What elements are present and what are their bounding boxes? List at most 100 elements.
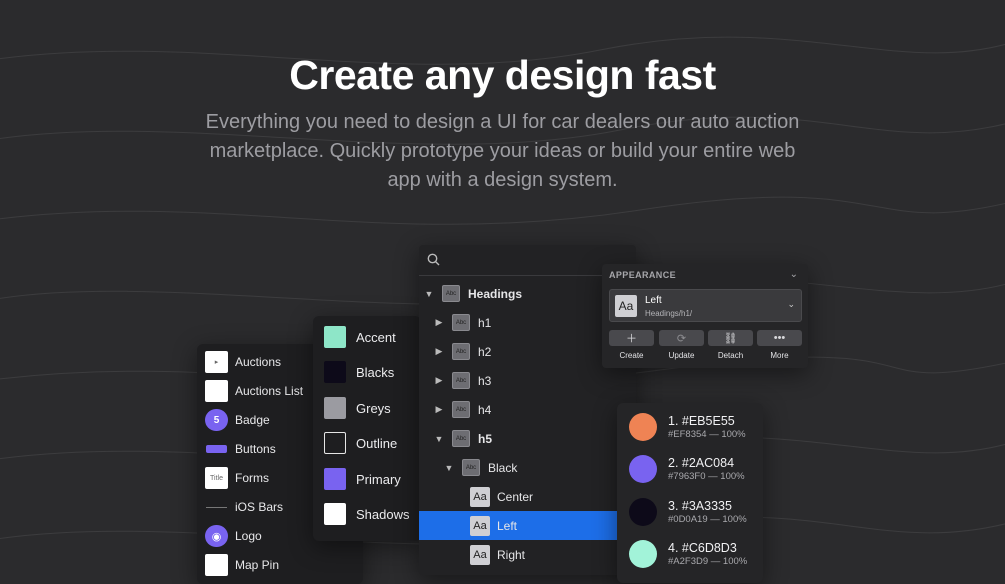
- text-style-icon: Abc: [452, 430, 470, 447]
- layer-label: h4: [478, 402, 492, 417]
- create-label: Create: [619, 351, 644, 360]
- expand-arrow-icon[interactable]: ▶: [434, 404, 444, 415]
- component-item-auctions[interactable]: ▸ Auctions: [205, 349, 281, 375]
- create-button[interactable]: ＋: [609, 330, 654, 346]
- collapse-arrow-icon[interactable]: ▼: [424, 289, 434, 299]
- color-dot: [629, 413, 657, 441]
- text-style-icon: Abc: [452, 401, 470, 418]
- color-styles-panel: Accent Blacks Greys Outline Primary Shad…: [313, 316, 421, 541]
- layer-label: Left: [497, 518, 518, 533]
- swatch: [324, 397, 346, 419]
- detach-button[interactable]: ⛓: [708, 330, 753, 346]
- layer-label: h3: [478, 373, 492, 388]
- layer-h1[interactable]: ▶ Abc h1: [419, 308, 630, 337]
- color-value: #0D0A19 — 100%: [668, 513, 747, 525]
- color-name: 2. #2AC084: [668, 455, 735, 470]
- colors-panel: 1. #EB5E55 #EF8354 — 100% 2. #2AC084 #7963…: [617, 403, 763, 583]
- appearance-panel: APPEARANCE ⌄ Aa Left Headings/h1/ ⌄ ＋ ⟳ …: [602, 264, 808, 368]
- component-item-auctions-list[interactable]: Auctions List: [205, 378, 303, 404]
- layer-label: Right: [497, 547, 526, 562]
- dropdown-chevron-icon: ⌄: [787, 299, 795, 309]
- style-item-greys[interactable]: Greys: [324, 396, 391, 420]
- detach-label: Detach: [717, 351, 744, 360]
- swatch: [324, 361, 346, 383]
- layer-label: Black: [488, 460, 518, 475]
- expand-arrow-icon[interactable]: ▶: [434, 375, 444, 386]
- style-item-accent[interactable]: Accent: [324, 325, 396, 349]
- style-label: Blacks: [356, 364, 395, 380]
- color-name: 3. #3A3335: [668, 498, 732, 513]
- logo-icon: ◉: [205, 525, 228, 547]
- detach-icon: ⛓: [723, 332, 738, 345]
- update-button[interactable]: ⟳: [659, 330, 704, 346]
- text-preview-icon: Aa: [470, 515, 490, 536]
- text-style-icon: Abc: [452, 372, 470, 389]
- color-value: #EF8354 — 100%: [668, 428, 746, 440]
- layer-black[interactable]: ▼ Abc Black: [419, 453, 640, 482]
- color-dot: [629, 455, 657, 483]
- text-style-icon: Abc: [452, 314, 470, 331]
- text-style-select[interactable]: Aa Left Headings/h1/ ⌄: [609, 289, 802, 322]
- expand-arrow-icon[interactable]: ▶: [434, 317, 444, 328]
- style-item-shadows[interactable]: Shadows: [324, 502, 409, 526]
- color-item-3[interactable]: 3. #3A3335 #0D0A19 — 100%: [629, 495, 747, 529]
- style-item-outline[interactable]: Outline: [324, 431, 397, 455]
- color-value: #7963F0 — 100%: [668, 470, 745, 482]
- component-item-badge[interactable]: 5 Badge: [205, 407, 270, 433]
- layer-label: h5: [478, 431, 493, 446]
- color-item-4[interactable]: 4. #C6D8D3 #A2F3D9 — 100%: [629, 537, 747, 571]
- collapse-arrow-icon[interactable]: ▼: [434, 434, 444, 444]
- layer-h3[interactable]: ▶ Abc h3: [419, 366, 630, 395]
- hero-subtitle: Everything you need to design a UI for c…: [205, 111, 800, 191]
- swatch: [324, 432, 346, 454]
- layer-label: h2: [478, 344, 492, 359]
- component-label: Badge: [235, 413, 270, 427]
- style-label: Primary: [356, 471, 401, 487]
- refresh-icon: ⟳: [676, 332, 687, 345]
- component-label: iOS Bars: [235, 500, 284, 514]
- plus-icon: ＋: [626, 333, 637, 345]
- style-path: Headings/h1/: [645, 309, 693, 318]
- more-button[interactable]: •••: [757, 330, 802, 346]
- component-item-logo[interactable]: ◉ Logo: [205, 523, 262, 549]
- layer-label: h1: [478, 315, 492, 330]
- swatch: [324, 468, 346, 490]
- color-item-1[interactable]: 1. #EB5E55 #EF8354 — 100%: [629, 410, 746, 444]
- component-item-forms[interactable]: Title Forms: [205, 465, 269, 491]
- style-item-blacks[interactable]: Blacks: [324, 360, 394, 384]
- collapse-arrow-icon[interactable]: ▼: [444, 463, 454, 473]
- style-name: Left: [645, 295, 662, 306]
- style-label: Accent: [356, 329, 396, 345]
- layer-label: Center: [497, 489, 534, 504]
- color-dot: [629, 540, 657, 568]
- expand-arrow-icon[interactable]: ▶: [434, 346, 444, 357]
- component-item-map-pin[interactable]: Map Pin: [205, 552, 279, 578]
- chevron-down-icon[interactable]: ⌄: [790, 269, 798, 280]
- ios-bars-thumbnail: [205, 496, 228, 518]
- more-icon: •••: [773, 332, 786, 344]
- layer-h2[interactable]: ▶ Abc h2: [419, 337, 630, 366]
- hero-title: Create any design fast: [289, 52, 716, 98]
- layer-headings[interactable]: ▼ Abc Headings: [419, 279, 620, 308]
- component-label: Auctions: [235, 355, 282, 369]
- component-item-buttons[interactable]: Buttons: [205, 436, 276, 462]
- text-preview-icon: Aa: [470, 486, 490, 507]
- style-item-primary[interactable]: Primary: [324, 467, 401, 491]
- layer-h5[interactable]: ▼ Abc h5: [419, 424, 630, 453]
- style-label: Greys: [356, 400, 391, 416]
- forms-thumbnail: Title: [205, 467, 228, 489]
- style-label: Outline: [356, 435, 398, 451]
- component-label: Auctions List: [235, 384, 304, 398]
- layer-h4[interactable]: ▶ Abc h4: [419, 395, 630, 424]
- component-item-ios-bars[interactable]: iOS Bars: [205, 494, 283, 520]
- auctions-list-thumbnail: [205, 380, 228, 402]
- badge-thumbnail: 5: [205, 409, 228, 431]
- swatch: [324, 326, 346, 348]
- more-label: More: [770, 351, 789, 360]
- auctions-thumbnail: ▸: [205, 351, 228, 373]
- style-label: Shadows: [356, 506, 410, 522]
- color-dot: [629, 498, 657, 526]
- color-value: #A2F3D9 — 100%: [668, 555, 748, 567]
- search-icon: [427, 253, 440, 266]
- color-item-2[interactable]: 2. #2AC084 #7963F0 — 100%: [629, 452, 745, 486]
